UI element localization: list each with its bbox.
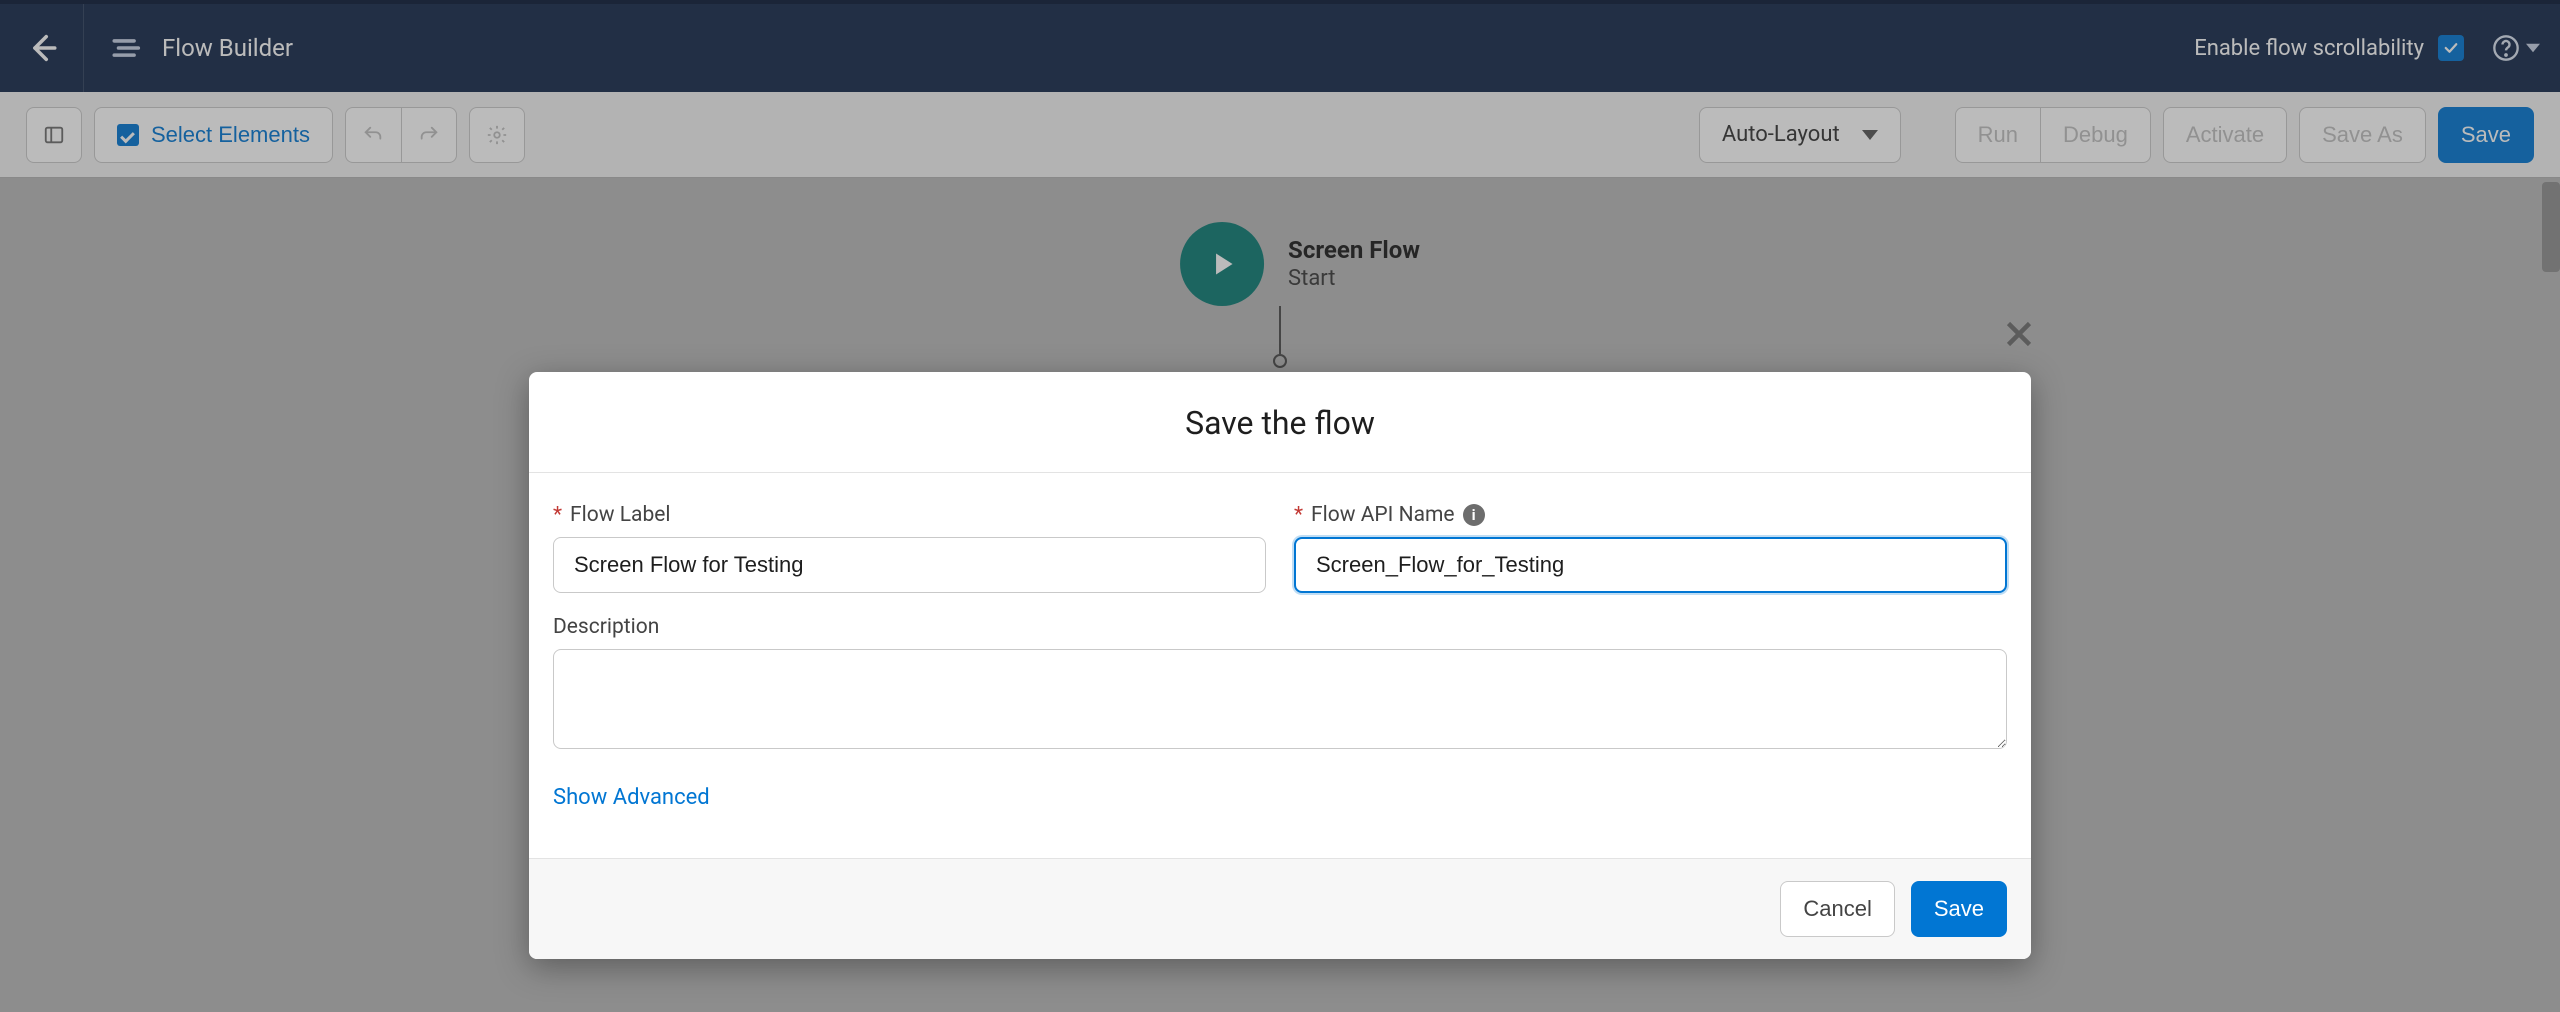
modal-title: Save the flow [529,372,2031,473]
save-flow-modal: Save the flow * Flow Label * Flow API Na… [529,372,2031,959]
flow-label-label: * Flow Label [553,503,1266,527]
show-advanced-link[interactable]: Show Advanced [553,785,710,810]
modal-save-button[interactable]: Save [1911,881,2007,937]
modal-cancel-button[interactable]: Cancel [1780,881,1894,937]
modal-close-button[interactable] [2001,316,2037,352]
description-label: Description [553,615,2007,639]
info-icon[interactable]: i [1463,504,1485,526]
flow-label-input[interactable] [553,537,1266,593]
description-textarea[interactable] [553,649,2007,749]
modal-footer: Cancel Save [529,858,2031,959]
flow-api-name-label: * Flow API Name i [1294,503,2007,527]
flow-api-name-input[interactable] [1294,537,2007,593]
